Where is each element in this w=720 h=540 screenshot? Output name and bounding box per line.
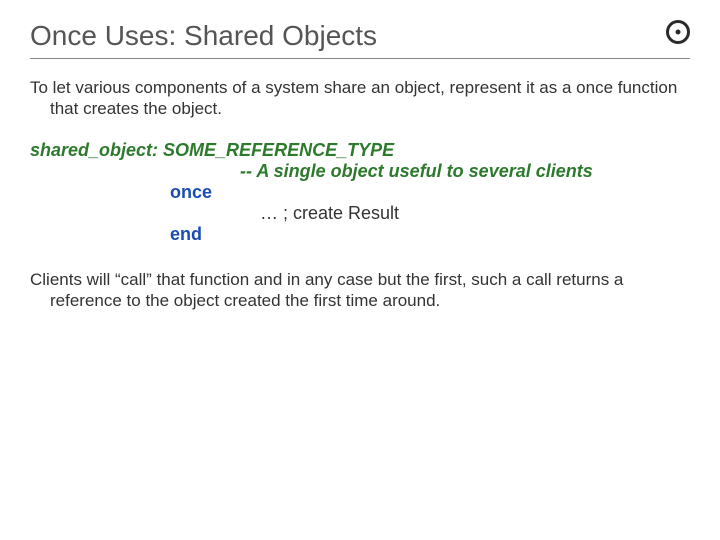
keyword-end: end — [170, 224, 202, 244]
code-block: shared_object: SOME_REFERENCE_TYPE -- A … — [30, 140, 690, 245]
eiffel-logo-icon — [664, 18, 692, 46]
slide: Once Uses: Shared Objects To let various… — [0, 0, 720, 540]
slide-title: Once Uses: Shared Objects — [30, 20, 690, 52]
code-body: … ; create Result — [30, 203, 690, 224]
outro-paragraph: Clients will “call” that function and in… — [30, 269, 690, 312]
title-rule — [30, 58, 690, 59]
code-once-line: once — [30, 182, 690, 203]
keyword-once: once — [170, 182, 212, 202]
code-signature: shared_object: SOME_REFERENCE_TYPE — [30, 140, 690, 161]
code-comment: -- A single object useful to several cli… — [30, 161, 690, 182]
code-end-line: end — [30, 224, 690, 245]
intro-paragraph: To let various components of a system sh… — [30, 77, 690, 120]
